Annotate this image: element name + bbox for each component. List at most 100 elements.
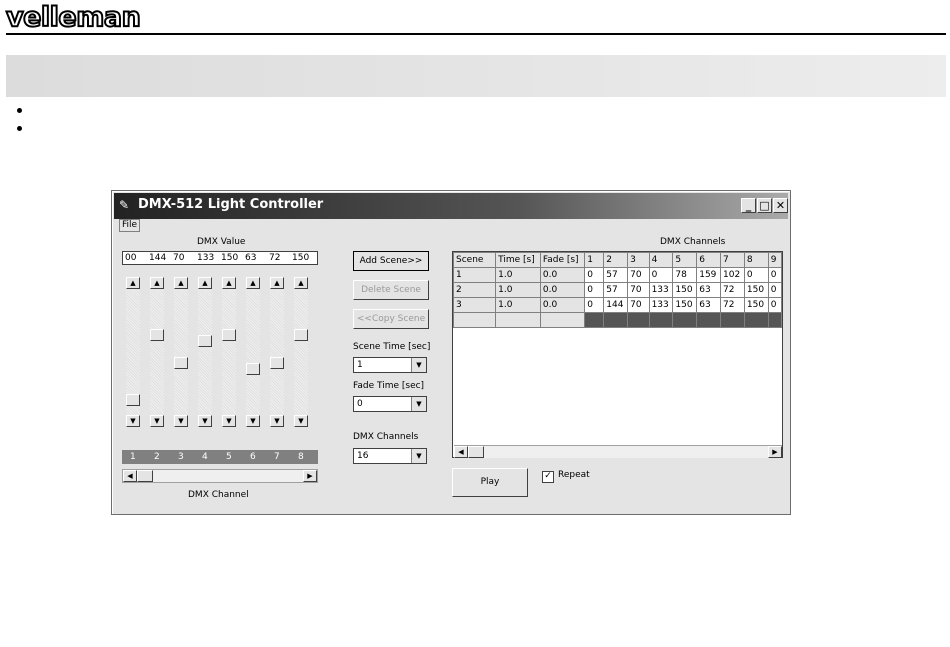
- grid-cell[interactable]: 0: [767, 267, 782, 283]
- grid-cell[interactable]: 0: [584, 297, 605, 313]
- grid-cell[interactable]: 1: [453, 267, 497, 283]
- grid-cell-empty[interactable]: [720, 312, 745, 328]
- slider-track[interactable]: [174, 289, 188, 415]
- grid-cell[interactable]: 144: [603, 297, 629, 313]
- slider-up-icon[interactable]: ▲: [150, 277, 164, 289]
- grid-header[interactable]: 1: [584, 252, 605, 268]
- grid-header[interactable]: 2: [603, 252, 629, 268]
- slider-thumb-5[interactable]: [222, 328, 236, 341]
- grid-cell-empty[interactable]: [453, 312, 497, 328]
- scroll-left-icon[interactable]: ◀: [454, 446, 468, 458]
- slider-track[interactable]: [270, 289, 284, 415]
- slider-up-icon[interactable]: ▲: [246, 277, 260, 289]
- table-row-empty[interactable]: [453, 312, 782, 328]
- grid-header[interactable]: 4: [648, 252, 674, 268]
- grid-cell[interactable]: 1.0: [495, 297, 541, 313]
- slider-up-icon[interactable]: ▲: [294, 277, 308, 289]
- scene-time-select[interactable]: 1 ▼: [353, 357, 427, 373]
- chevron-down-icon[interactable]: ▼: [411, 397, 426, 411]
- table-row[interactable]: 3 1.0 0.0 0 144 70 133 150 63 72 150 0: [453, 297, 782, 313]
- grid-cell[interactable]: 0.0: [539, 267, 586, 283]
- grid-cell[interactable]: 70: [627, 267, 650, 283]
- grid-header[interactable]: 7: [720, 252, 745, 268]
- slider-down-icon[interactable]: ▼: [270, 415, 284, 427]
- grid-cell-empty[interactable]: [627, 312, 650, 328]
- grid-cell-empty[interactable]: [743, 312, 769, 328]
- slider-down-icon[interactable]: ▼: [198, 415, 212, 427]
- grid-cell[interactable]: 1.0: [495, 267, 541, 283]
- grid-cell-empty[interactable]: [603, 312, 629, 328]
- grid-header[interactable]: 8: [743, 252, 769, 268]
- grid-cell[interactable]: 1.0: [495, 282, 541, 298]
- grid-cell-empty[interactable]: [539, 312, 586, 328]
- grid-cell[interactable]: 150: [672, 297, 698, 313]
- grid-cell[interactable]: 72: [720, 297, 745, 313]
- grid-cell[interactable]: 57: [603, 267, 629, 283]
- grid-cell-empty[interactable]: [672, 312, 698, 328]
- scene-grid[interactable]: Scene Time [s] Fade [s] 1 2 3 4 5 6 7 8 9 1 1.0 0.0 0 57…: [452, 251, 783, 458]
- grid-cell-empty[interactable]: [767, 312, 782, 328]
- scroll-right-icon[interactable]: ▶: [768, 446, 782, 458]
- minimize-icon[interactable]: _: [741, 198, 756, 213]
- slider-down-icon[interactable]: ▼: [294, 415, 308, 427]
- grid-header[interactable]: 3: [627, 252, 650, 268]
- slider-thumb-7[interactable]: [270, 357, 284, 370]
- maximize-icon[interactable]: □: [757, 198, 772, 213]
- chevron-down-icon[interactable]: ▼: [411, 449, 426, 463]
- grid-cell[interactable]: 150: [743, 297, 769, 313]
- grid-cell[interactable]: 159: [696, 267, 722, 283]
- slider-up-icon[interactable]: ▲: [270, 277, 284, 289]
- grid-cell[interactable]: 57: [603, 282, 629, 298]
- scroll-thumb[interactable]: [468, 446, 484, 458]
- chevron-down-icon[interactable]: ▼: [411, 358, 426, 372]
- grid-cell[interactable]: 150: [672, 282, 698, 298]
- grid-cell[interactable]: 70: [627, 297, 650, 313]
- channel-scrollbar[interactable]: ◀ ▶: [122, 469, 318, 483]
- grid-header[interactable]: Time [s]: [495, 252, 541, 268]
- grid-header[interactable]: 9: [767, 252, 782, 268]
- grid-cell[interactable]: 0: [743, 267, 769, 283]
- grid-cell[interactable]: 0: [584, 267, 605, 283]
- slider-up-icon[interactable]: ▲: [222, 277, 236, 289]
- grid-cell[interactable]: 150: [743, 282, 769, 298]
- slider-track[interactable]: [246, 289, 260, 415]
- slider-up-icon[interactable]: ▲: [198, 277, 212, 289]
- grid-cell[interactable]: 63: [696, 297, 722, 313]
- grid-header[interactable]: Scene: [453, 252, 497, 268]
- slider-up-icon[interactable]: ▲: [174, 277, 188, 289]
- slider-track[interactable]: [222, 289, 236, 415]
- grid-cell-empty[interactable]: [648, 312, 674, 328]
- slider-track[interactable]: [198, 289, 212, 415]
- slider-thumb-6[interactable]: [246, 363, 260, 376]
- menu-file[interactable]: File: [119, 219, 141, 232]
- slider-down-icon[interactable]: ▼: [246, 415, 260, 427]
- scroll-thumb[interactable]: [137, 470, 153, 482]
- grid-cell[interactable]: 2: [453, 282, 497, 298]
- slider-track[interactable]: [294, 289, 308, 415]
- slider-down-icon[interactable]: ▼: [222, 415, 236, 427]
- grid-cell[interactable]: 70: [627, 282, 650, 298]
- repeat-checkbox[interactable]: ✓: [542, 471, 554, 483]
- play-button[interactable]: Play: [452, 468, 528, 497]
- slider-down-icon[interactable]: ▼: [150, 415, 164, 427]
- slider-thumb-3[interactable]: [174, 357, 188, 370]
- grid-scrollbar[interactable]: ◀ ▶: [454, 445, 782, 458]
- slider-thumb-1[interactable]: [126, 393, 140, 406]
- grid-cell-empty[interactable]: [584, 312, 605, 328]
- table-row[interactable]: 1 1.0 0.0 0 57 70 0 78 159 102 0 0: [453, 267, 782, 283]
- table-row[interactable]: 2 1.0 0.0 0 57 70 133 150 63 72 150 0: [453, 282, 782, 298]
- grid-cell[interactable]: 72: [720, 282, 745, 298]
- fade-time-select[interactable]: 0 ▼: [353, 396, 427, 412]
- slider-track[interactable]: [150, 289, 164, 415]
- grid-cell-empty[interactable]: [495, 312, 541, 328]
- slider-thumb-8[interactable]: [294, 328, 308, 341]
- grid-cell[interactable]: 0.0: [539, 297, 586, 313]
- grid-cell[interactable]: 0.0: [539, 282, 586, 298]
- slider-down-icon[interactable]: ▼: [174, 415, 188, 427]
- grid-cell[interactable]: 102: [720, 267, 745, 283]
- slider-down-icon[interactable]: ▼: [126, 415, 140, 427]
- delete-scene-button[interactable]: Delete Scene: [353, 280, 429, 300]
- add-scene-button[interactable]: Add Scene>>: [353, 251, 429, 271]
- grid-cell[interactable]: 0: [648, 267, 674, 283]
- grid-header[interactable]: Fade [s]: [539, 252, 586, 268]
